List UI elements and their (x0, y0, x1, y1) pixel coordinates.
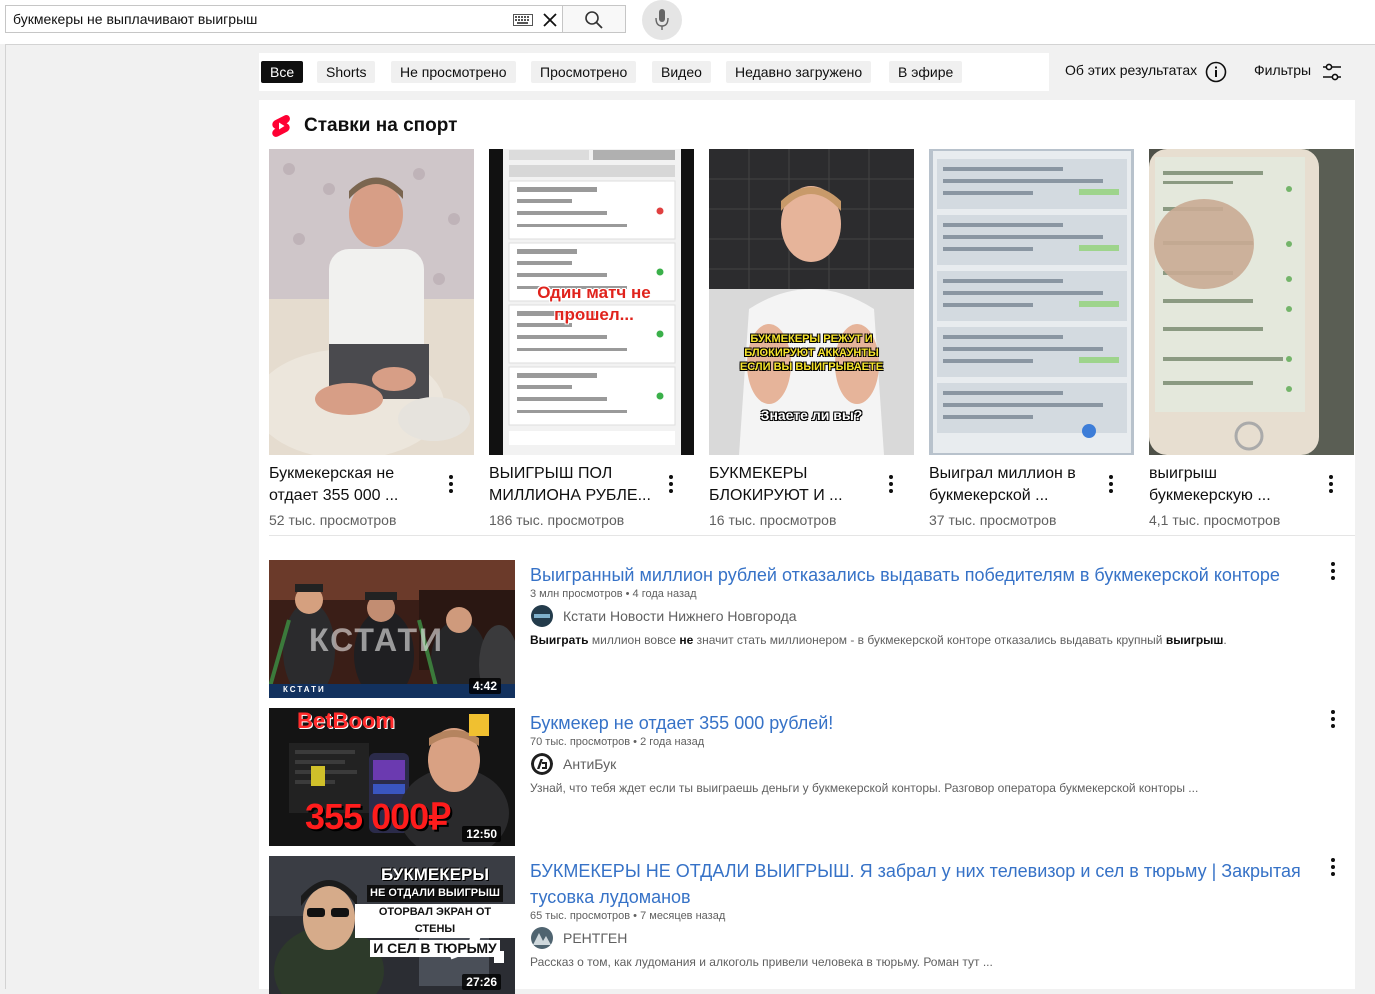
video-title[interactable]: Выигранный миллион рублей отказались выд… (530, 562, 1320, 588)
short-title[interactable]: Выиграл миллион в букмекерской ... (929, 463, 1099, 507)
video-thumbnail[interactable]: КСТАТИ КСТАТИ 4:42 (269, 560, 515, 698)
shorts-logo-icon (272, 115, 290, 137)
thumbnail-overlay-text: И СЕЛ В ТЮРЬМУ (370, 940, 500, 957)
channel-name[interactable]: АнтиБук (563, 756, 616, 772)
channel-avatar[interactable] (531, 927, 553, 949)
video-result[interactable]: БУКМЕКЕРЫ НЕ ОТДАЛИ ВЫИГРЫШ ОТОРВАЛ ЭКРА… (269, 856, 1355, 994)
search-box (5, 5, 562, 33)
video-meta: 65 тыс. просмотров • 7 месяцев назад (530, 910, 726, 922)
channel-name[interactable]: РЕНТГЕН (563, 930, 627, 946)
short-thumbnail[interactable] (1149, 149, 1354, 455)
video-title[interactable]: БУКМЕКЕРЫ НЕ ОТДАЛИ ВЫИГРЫШ. Я забрал у … (530, 858, 1320, 910)
chip-all[interactable]: Все (261, 61, 304, 83)
search-button[interactable] (562, 5, 626, 33)
thumbnail-overlay-text: ЕСЛИ ВЫ ВЫИГРЫВАЕТЕ (739, 361, 884, 373)
more-options-icon[interactable] (1329, 475, 1333, 493)
channel-avatar[interactable] (531, 605, 553, 627)
short-item[interactable]: Букмекерская не отдает 355 000 ... 52 ты… (269, 149, 474, 528)
channel-avatar[interactable] (531, 753, 553, 775)
video-description: Рассказ о том, как лудомания и алкоголь … (530, 955, 993, 969)
more-options-icon[interactable] (1331, 858, 1335, 876)
search-icon (585, 11, 603, 29)
clear-search-icon[interactable] (542, 12, 558, 28)
thumbnail-overlay-text: БУКМЕКЕРЫ (381, 865, 489, 884)
video-thumbnail[interactable]: BetBoom 355 000₽ 12:50 (269, 708, 515, 846)
chip-live[interactable]: В эфире (889, 61, 963, 83)
short-title[interactable]: БУКМЕКЕРЫ БЛОКИРУЮТ И ... (709, 463, 879, 507)
short-item[interactable]: Выиграл миллион в букмекерской ... 37 ты… (929, 149, 1134, 528)
video-result[interactable]: КСТАТИ КСТАТИ 4:42 Выигранный миллион ру… (269, 560, 1355, 698)
chip-recently-uploaded[interactable]: Недавно загружено (726, 61, 872, 83)
microphone-icon (655, 9, 669, 30)
thumbnail-overlay-text: Знаете ли вы? (760, 407, 863, 423)
short-thumbnail[interactable] (929, 149, 1134, 455)
channel-name[interactable]: Кстати Новости Нижнего Новгорода (563, 608, 797, 624)
shelf-divider (269, 535, 1355, 536)
info-icon[interactable] (1205, 61, 1227, 83)
thumbnail-overlay-text: ОТОРВАЛ ЭКРАН ОТ СТЕНЫ (355, 904, 515, 938)
thumbnail-overlay-text: прошел... (554, 305, 634, 324)
short-item[interactable]: выигрыш букмекерскую ... 4,1 тыс. просмо… (1149, 149, 1354, 528)
short-title[interactable]: ВЫИГРЫШ ПОЛ МИЛЛИОНА РУБЛЕ... (489, 463, 659, 507)
thumbnail-ticker-text: КСТАТИ (283, 685, 326, 694)
video-thumbnail[interactable]: БУКМЕКЕРЫ НЕ ОТДАЛИ ВЫИГРЫШ ОТОРВАЛ ЭКРА… (269, 856, 515, 994)
chip-watched[interactable]: Просмотрено (531, 61, 637, 83)
thumbnail-overlay-text: БЛОКИРУЮТ АККАУНТЫ (744, 347, 879, 359)
more-options-icon[interactable] (449, 475, 453, 493)
short-item[interactable]: Один матч не прошел... ВЫИГРЫШ ПОЛ МИЛЛИ… (489, 149, 694, 528)
voice-search-button[interactable] (642, 0, 682, 40)
thumbnail-overlay-text: НЕ ОТДАЛИ ВЫИГРЫШ (367, 885, 503, 902)
thumbnail-overlay-text: Один матч не (537, 283, 651, 302)
search-input[interactable] (13, 6, 503, 32)
video-description: Узнай, что тебя ждет если ты выиграешь д… (530, 781, 1199, 795)
video-meta: 3 млн просмотров • 4 года назад (530, 588, 697, 600)
more-options-icon[interactable] (1109, 475, 1113, 493)
more-options-icon[interactable] (889, 475, 893, 493)
short-thumbnail[interactable]: Один матч не прошел... (489, 149, 694, 455)
more-options-icon[interactable] (1331, 562, 1335, 580)
short-views: 4,1 тыс. просмотров (1149, 512, 1281, 528)
short-title[interactable]: Букмекерская не отдает 355 000 ... (269, 463, 439, 507)
keyboard-icon[interactable] (513, 14, 533, 26)
short-thumbnail[interactable]: БУКМЕКЕРЫ РЕЖУТ И БЛОКИРУЮТ АККАУНТЫ ЕСЛ… (709, 149, 914, 455)
filter-chip-bar: Все Shorts Не просмотрено Просмотрено Ви… (259, 53, 1049, 91)
chip-unwatched[interactable]: Не просмотрено (391, 61, 516, 83)
about-results-link[interactable]: Об этих результатах (1065, 62, 1197, 78)
video-meta: 70 тыс. просмотров • 2 года назад (530, 736, 705, 748)
short-views: 16 тыс. просмотров (709, 512, 837, 528)
chip-shorts[interactable]: Shorts (317, 61, 376, 83)
short-views: 52 тыс. просмотров (269, 512, 397, 528)
video-title[interactable]: Букмекер не отдает 355 000 рублей! (530, 710, 1320, 736)
short-views: 186 тыс. просмотров (489, 512, 625, 528)
brand-logo: BetBoom (297, 708, 395, 733)
short-thumbnail[interactable] (269, 149, 474, 455)
video-duration: 4:42 (468, 678, 501, 694)
top-bar (0, 0, 1375, 44)
thumbnail-overlay-text: КСТАТИ (309, 622, 445, 658)
thumbnail-overlay-text: 355 000₽ (305, 796, 451, 837)
short-item[interactable]: БУКМЕКЕРЫ РЕЖУТ И БЛОКИРУЮТ АККАУНТЫ ЕСЛ… (709, 149, 914, 528)
short-title[interactable]: выигрыш букмекерскую ... (1149, 463, 1319, 507)
thumbnail-overlay-text: БУКМЕКЕРЫ РЕЖУТ И (750, 333, 873, 345)
shorts-shelf-title: Ставки на спорт (304, 115, 458, 136)
video-description: Выиграть миллион вовсе не значит стать м… (530, 633, 1227, 647)
short-views: 37 тыс. просмотров (929, 512, 1057, 528)
video-duration: 27:26 (462, 974, 501, 990)
filters-icon[interactable] (1321, 61, 1343, 83)
video-result[interactable]: BetBoom 355 000₽ 12:50 Букмекер не отдае… (269, 708, 1355, 846)
chip-video[interactable]: Видео (652, 61, 711, 83)
video-duration: 12:50 (462, 826, 501, 842)
more-options-icon[interactable] (1331, 710, 1335, 728)
filters-button[interactable]: Фильтры (1254, 62, 1311, 78)
more-options-icon[interactable] (669, 475, 673, 493)
